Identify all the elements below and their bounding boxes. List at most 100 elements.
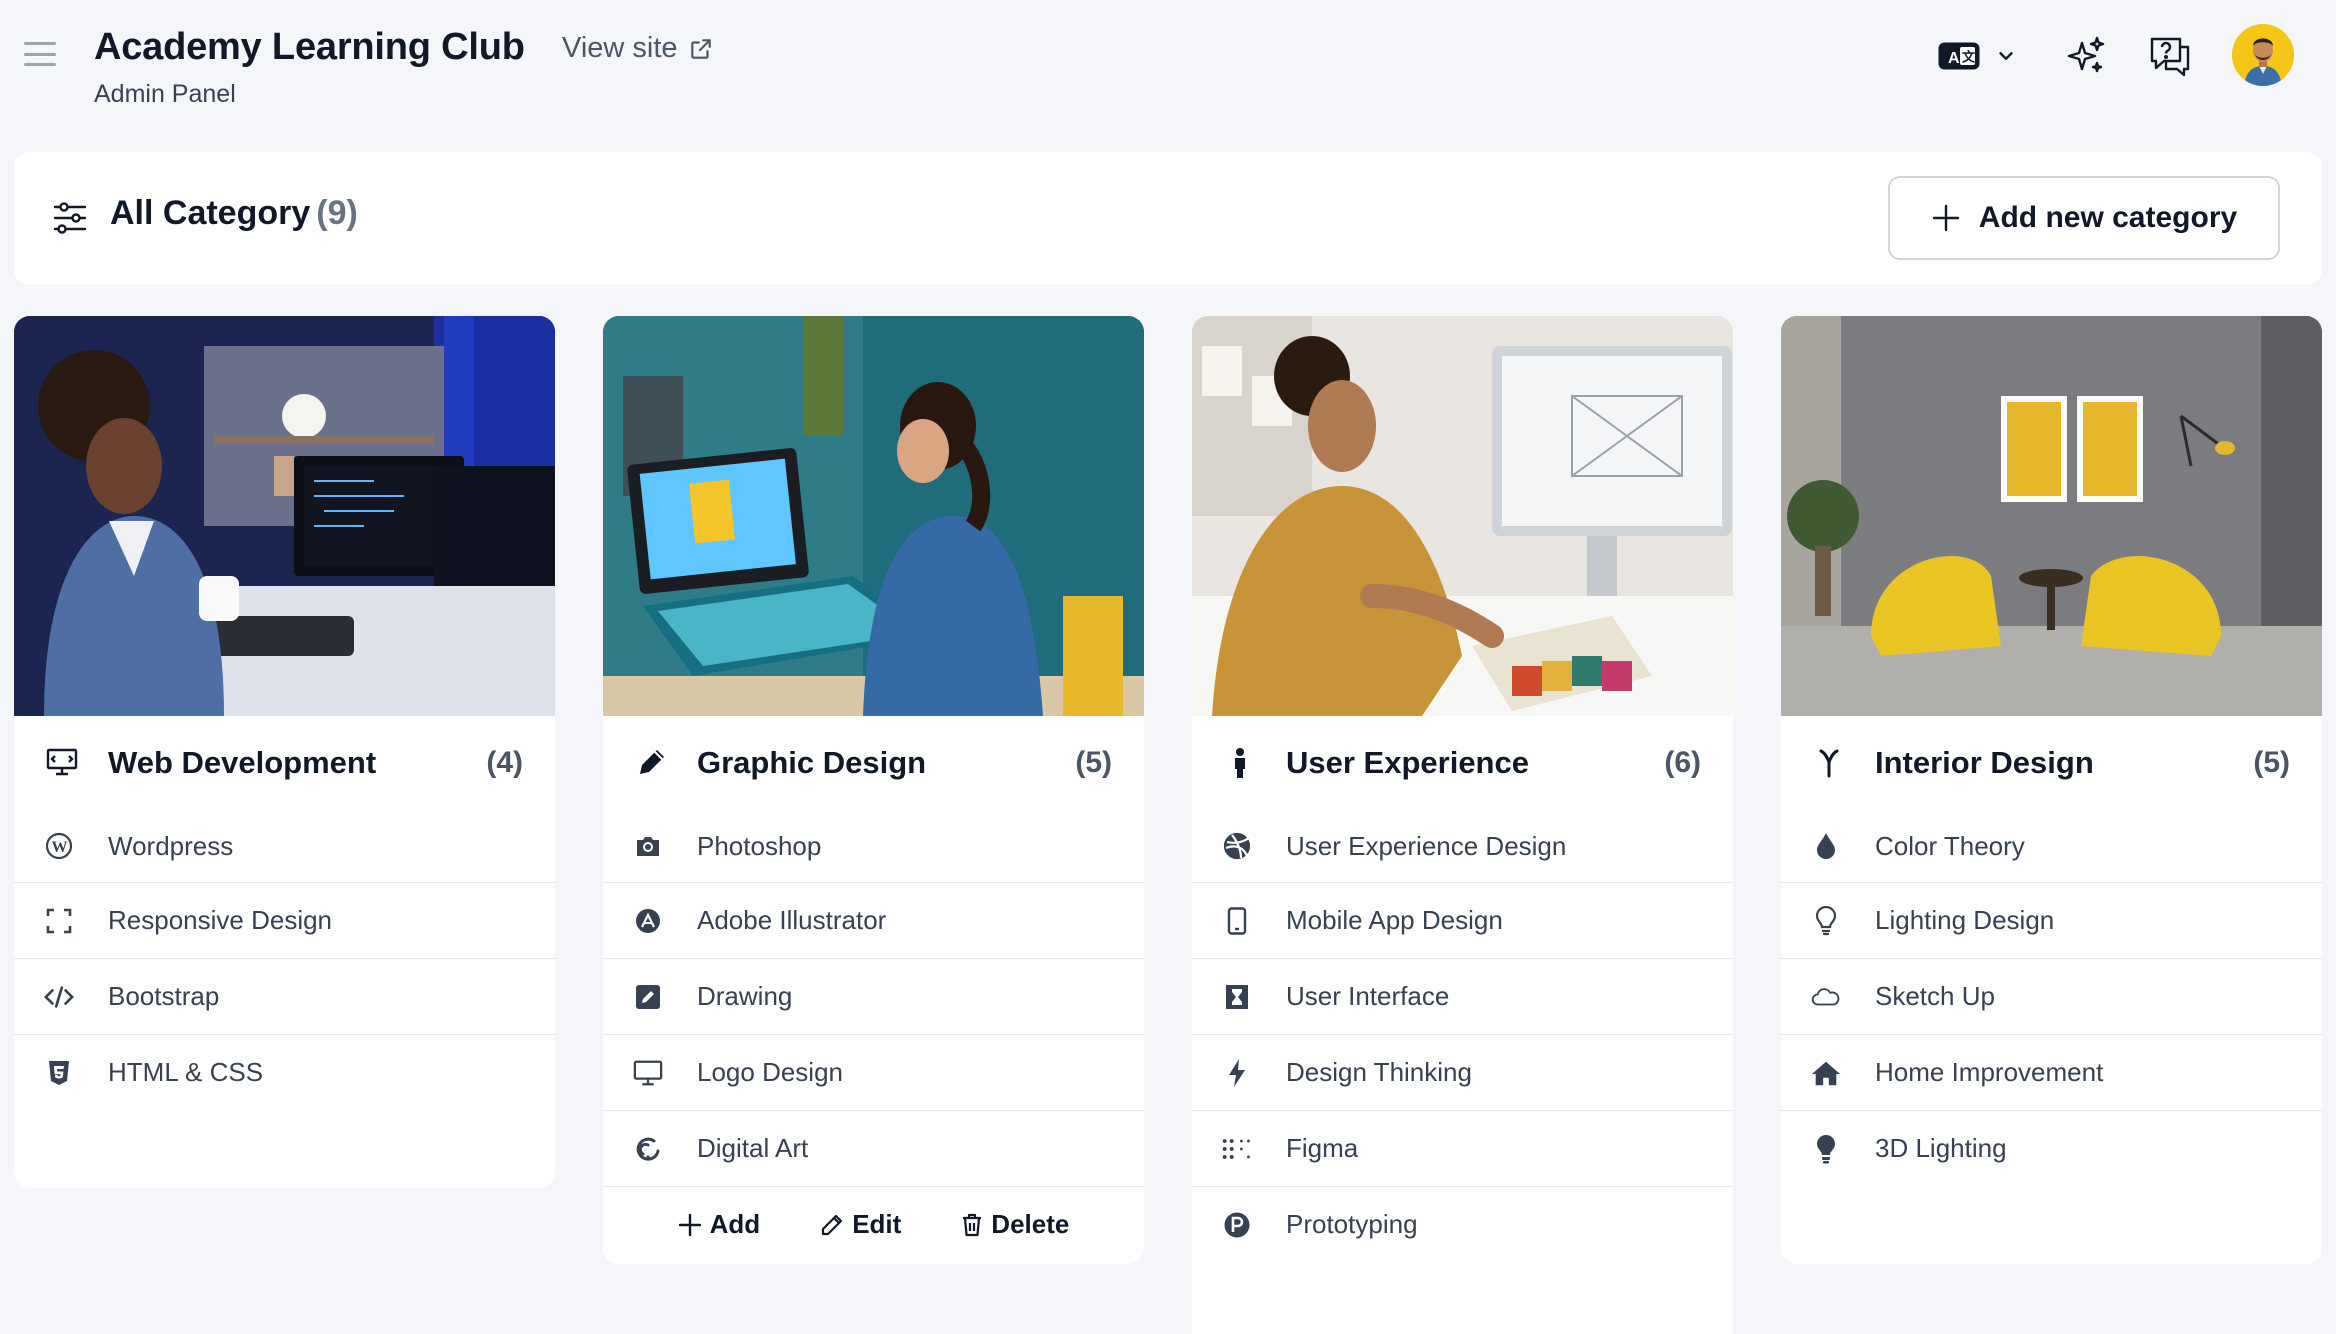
list-item[interactable]: Adobe Illustrator: [603, 882, 1144, 958]
filter-sliders-icon[interactable]: [52, 200, 88, 236]
html5-icon: [44, 1058, 74, 1088]
list-item[interactable]: Home Improvement: [1781, 1034, 2322, 1110]
subcategory-list: W Wordpress Responsive Design Bootstrap …: [14, 810, 555, 1110]
delete-label: Delete: [991, 1209, 1070, 1239]
item-label: Digital Art: [697, 1133, 809, 1163]
edit-square-icon: [633, 982, 663, 1012]
list-item[interactable]: HTML & CSS: [14, 1034, 555, 1110]
wordpress-icon: W: [44, 831, 74, 861]
top-header: Academy Learning Club Admin Panel View s…: [0, 0, 2336, 150]
add-new-category-button[interactable]: Add new category: [1888, 176, 2280, 260]
pen-icon: [633, 745, 669, 781]
item-label: Photoshop: [697, 830, 822, 861]
list-item[interactable]: Color Theory: [1781, 810, 2322, 882]
home-icon: [1811, 1058, 1841, 1088]
item-label: Wordpress: [108, 830, 234, 861]
svg-text:W: W: [52, 839, 68, 856]
item-label: User Experience Design: [1286, 830, 1567, 861]
delete-category-button[interactable]: Delete: [961, 1209, 1069, 1240]
list-item[interactable]: Digital Art: [603, 1110, 1144, 1186]
card-title: User Experience: [1286, 745, 1529, 780]
swirl-icon: [633, 1134, 663, 1164]
item-label: Figma: [1286, 1133, 1359, 1163]
item-label: Sketch Up: [1875, 981, 1995, 1011]
view-site-link[interactable]: View site: [562, 32, 714, 65]
site-title: Academy Learning Club: [94, 26, 525, 68]
category-image: [14, 316, 555, 716]
dribbble-icon: [1222, 831, 1252, 861]
drop-icon: [1811, 831, 1841, 861]
item-label: Home Improvement: [1875, 1057, 2104, 1087]
list-item[interactable]: W Wordpress: [14, 810, 555, 882]
item-label: Bootstrap: [108, 981, 220, 1011]
list-item[interactable]: Bootstrap: [14, 958, 555, 1034]
add-label: Add: [709, 1209, 761, 1239]
list-item[interactable]: Design Thinking: [1192, 1034, 1733, 1110]
list-item[interactable]: Photoshop: [603, 810, 1144, 882]
room-photo-icon: [1781, 316, 2322, 716]
list-item[interactable]: User Experience Design: [1192, 810, 1733, 882]
page-title-label: All Category: [110, 194, 311, 232]
camera-icon: [633, 831, 663, 861]
category-card-graphic-design: Graphic Design (5) Photoshop Adobe Illus…: [603, 316, 1144, 1264]
item-label: Logo Design: [697, 1057, 843, 1087]
list-item[interactable]: 3D Lighting: [1781, 1110, 2322, 1186]
item-label: Responsive Design: [108, 905, 333, 935]
dots-grid-icon: [1222, 1134, 1252, 1164]
code-icon: [44, 982, 74, 1012]
view-site-label: View site: [562, 32, 678, 64]
list-item[interactable]: Lighting Design: [1781, 882, 2322, 958]
plus-icon: [678, 1213, 701, 1236]
list-item[interactable]: User Interface: [1192, 958, 1733, 1034]
category-card-user-experience: User Experience (6) User Experience Desi…: [1192, 316, 1733, 1334]
card-count: (4): [486, 746, 523, 779]
list-item[interactable]: Logo Design: [603, 1034, 1144, 1110]
item-label: Prototyping: [1286, 1209, 1418, 1239]
monitor-icon: [633, 1058, 663, 1088]
add-new-category-label: Add new category: [1978, 201, 2238, 234]
bolt-icon: [1222, 1058, 1252, 1088]
y-icon: [1811, 745, 1847, 781]
workspace-photo-icon: [1192, 316, 1733, 716]
site-subtitle: Admin Panel: [94, 80, 236, 108]
expand-icon: [44, 906, 74, 936]
subcategory-list: Color Theory Lighting Design Sketch Up H…: [1781, 810, 2322, 1186]
cloud-icon: [1811, 982, 1841, 1012]
list-item[interactable]: Prototyping: [1192, 1186, 1733, 1262]
svg-text:A: A: [1948, 50, 1960, 67]
category-image: [1192, 316, 1733, 716]
page-title: All Category (9): [110, 194, 358, 233]
list-item[interactable]: Drawing: [603, 958, 1144, 1034]
add-subcategory-button[interactable]: Add: [678, 1209, 761, 1240]
user-avatar[interactable]: [2232, 24, 2294, 86]
help-button[interactable]: [2144, 26, 2196, 86]
list-item[interactable]: Mobile App Design: [1192, 882, 1733, 958]
help-chat-icon: [2150, 37, 2190, 77]
card-count: (5): [1075, 746, 1112, 779]
chevron-down-icon: [1999, 52, 2013, 60]
avatar-illustration-icon: [2232, 24, 2294, 86]
workspace-photo-icon: [603, 316, 1144, 716]
card-header: User Experience (6): [1192, 716, 1733, 810]
menu-icon[interactable]: [24, 40, 56, 68]
list-item[interactable]: Responsive Design: [14, 882, 555, 958]
compass-icon: [633, 906, 663, 936]
category-image: [603, 316, 1144, 716]
ai-sparkle-button[interactable]: [2060, 26, 2110, 86]
plus-icon: [1932, 204, 1959, 232]
list-item[interactable]: Figma: [1192, 1110, 1733, 1186]
subcategory-list: User Experience Design Mobile App Design…: [1192, 810, 1733, 1262]
bulb-icon: [1811, 1134, 1841, 1164]
code-monitor-icon: [44, 745, 80, 781]
person-icon: [1222, 745, 1258, 781]
card-header: Interior Design (5): [1781, 716, 2322, 810]
language-switcher[interactable]: A文: [1930, 26, 2024, 86]
subcategory-list: Photoshop Adobe Illustrator Drawing Logo…: [603, 810, 1144, 1186]
edit-category-button[interactable]: Edit: [820, 1209, 901, 1240]
pencil-icon: [822, 1214, 843, 1235]
list-item[interactable]: Sketch Up: [1781, 958, 2322, 1034]
hourglass-icon: [1222, 982, 1252, 1012]
mobile-icon: [1222, 906, 1252, 936]
category-card-interior-design: Interior Design (5) Color Theory Lightin…: [1781, 316, 2322, 1264]
translate-icon: A文: [1938, 42, 1980, 70]
